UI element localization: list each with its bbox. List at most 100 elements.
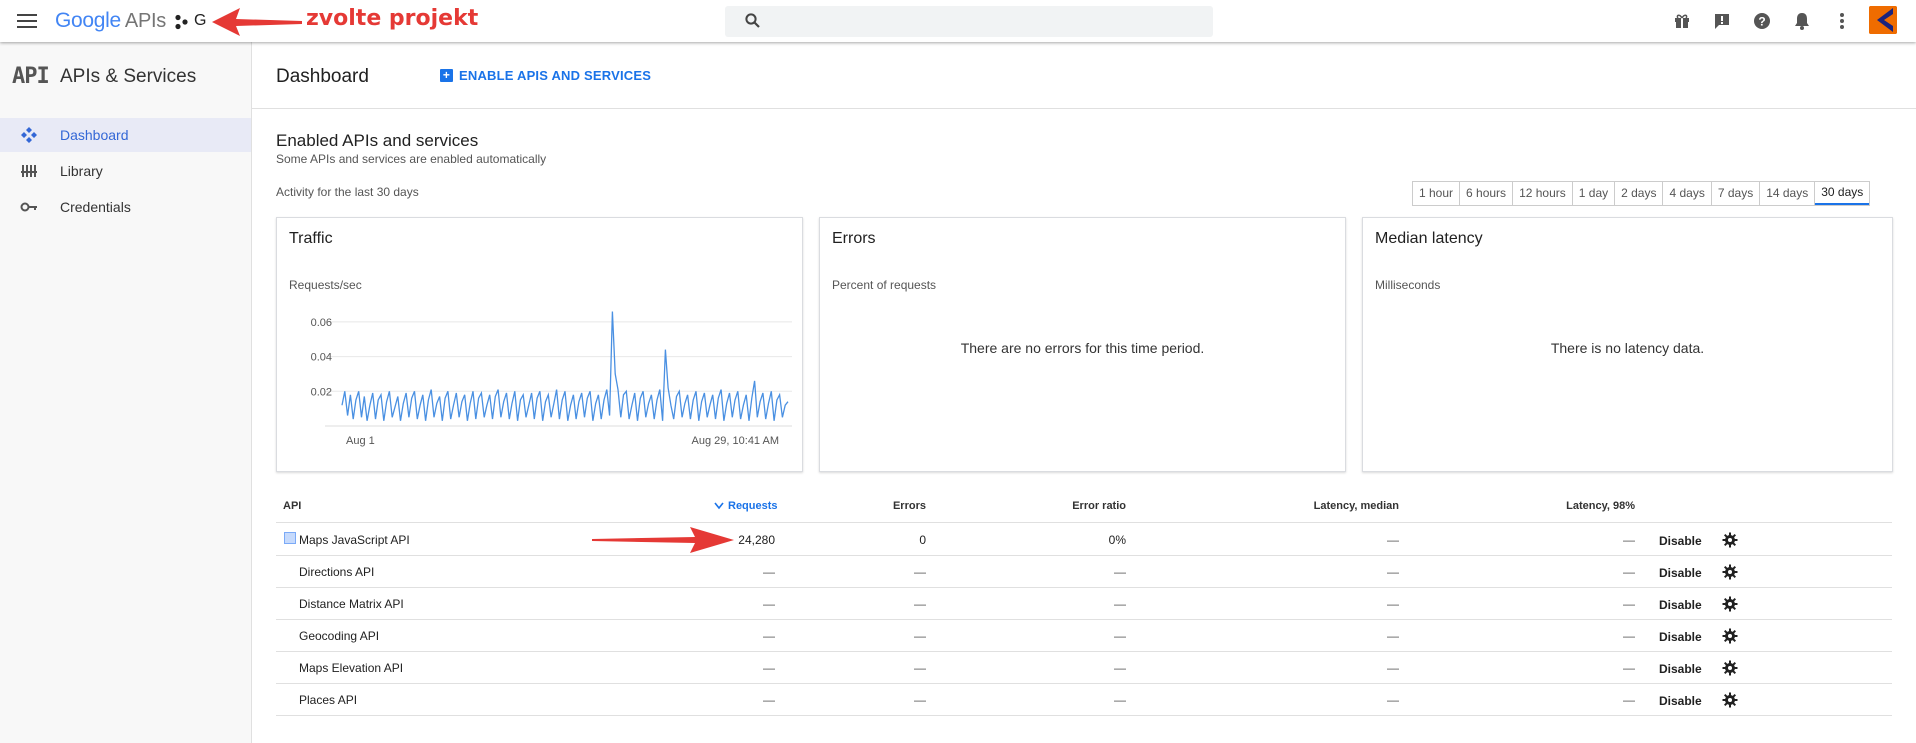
range-14-days[interactable]: 14 days	[1760, 182, 1816, 205]
annotation-arrow-icon	[212, 8, 302, 36]
api-name[interactable]: Places API	[299, 693, 357, 707]
help-icon[interactable]: ?	[1752, 11, 1772, 31]
search-input[interactable]	[725, 6, 1213, 37]
card-subtitle: Percent of requests	[832, 278, 937, 292]
range-4-days[interactable]: 4 days	[1663, 182, 1712, 205]
settings-gear-icon[interactable]	[1722, 596, 1738, 612]
time-range-selector: 1 hour 6 hours 12 hours 1 day 2 days 4 d…	[1412, 181, 1871, 206]
more-vert-icon[interactable]	[1832, 11, 1852, 31]
errors-value: 0	[919, 533, 926, 547]
range-12-hours[interactable]: 12 hours	[1513, 182, 1573, 205]
enable-apis-label: ENABLE APIS AND SERVICES	[459, 68, 652, 83]
hamburger-menu-icon[interactable]	[14, 9, 42, 33]
account-avatar[interactable]	[1869, 6, 1897, 34]
google-apis-logo[interactable]: Google APIs	[55, 9, 166, 33]
search-icon[interactable]	[744, 12, 762, 30]
settings-gear-icon[interactable]	[1722, 692, 1738, 708]
disable-button[interactable]: Disable	[1659, 566, 1702, 580]
enable-apis-button[interactable]: + ENABLE APIS AND SERVICES	[440, 68, 651, 83]
range-6-hours[interactable]: 6 hours	[1460, 182, 1514, 205]
settings-gear-icon[interactable]	[1722, 564, 1738, 580]
api-badge-logo: API	[12, 64, 50, 89]
disable-button[interactable]: Disable	[1659, 598, 1702, 612]
latency-98-value: —	[1623, 661, 1635, 675]
feedback-icon[interactable]	[1712, 11, 1732, 31]
empty-message: There is no latency data.	[1550, 340, 1705, 356]
y-tick-label: 0.04	[311, 352, 332, 364]
requests-value: —	[763, 693, 775, 707]
error-ratio-value: —	[1114, 565, 1126, 579]
card-title: Median latency	[1375, 230, 1483, 247]
error-ratio-value: —	[1114, 661, 1126, 675]
settings-gear-icon[interactable]	[1722, 532, 1738, 548]
range-2-days[interactable]: 2 days	[1615, 182, 1664, 205]
api-name[interactable]: Geocoding API	[299, 629, 379, 643]
error-ratio-value: —	[1114, 597, 1126, 611]
column-header-requests[interactable]: Requests	[714, 500, 778, 512]
latency-median-value: —	[1387, 533, 1399, 547]
disable-button[interactable]: Disable	[1659, 662, 1702, 676]
errors-value: —	[914, 597, 926, 611]
column-header-latency-median[interactable]: Latency, median	[1314, 500, 1399, 512]
api-name[interactable]: Maps JavaScript API	[299, 533, 410, 547]
x-tick-label: Aug 1	[346, 435, 375, 447]
latency-median-value: —	[1387, 597, 1399, 611]
y-tick-label: 0.06	[311, 317, 332, 329]
requests-value: —	[763, 597, 775, 611]
section-title: Enabled APIs and services	[276, 131, 479, 150]
api-name[interactable]: Distance Matrix API	[299, 597, 404, 611]
disable-button[interactable]: Disable	[1659, 694, 1702, 708]
column-header-api[interactable]: API	[283, 500, 301, 512]
empty-message: There are no errors for this time period…	[960, 340, 1205, 356]
latency-median-value: —	[1387, 661, 1399, 675]
errors-card: Errors Percent of requests There are no …	[819, 217, 1346, 472]
traffic-card: Traffic Requests/sec 0.02 0.04 0.06 Aug 1 Au…	[276, 217, 803, 472]
svg-text:?: ?	[1758, 15, 1765, 29]
disable-button[interactable]: Disable	[1659, 534, 1702, 548]
requests-value: 24,280	[738, 533, 775, 547]
disable-button[interactable]: Disable	[1659, 630, 1702, 644]
latency-median-value: —	[1387, 629, 1399, 643]
requests-value: —	[763, 661, 775, 675]
latency-median-value: —	[1387, 565, 1399, 579]
range-30-days[interactable]: 30 days	[1815, 182, 1870, 205]
page-title: Dashboard	[276, 66, 369, 87]
project-picker-icon[interactable]	[174, 14, 192, 30]
latency-median-value: —	[1387, 693, 1399, 707]
row-checkbox[interactable]	[284, 532, 296, 544]
card-subtitle: Milliseconds	[1375, 278, 1441, 292]
sidebar-item-label: Credentials	[60, 199, 131, 215]
sidebar-item-dashboard[interactable]: Dashboard	[0, 118, 251, 152]
notifications-bell-icon[interactable]	[1792, 11, 1812, 31]
key-icon	[20, 202, 37, 212]
table-row	[276, 620, 1892, 652]
project-name[interactable]: G	[194, 12, 206, 30]
sidebar-item-library[interactable]: Library	[0, 154, 251, 188]
range-1-hour[interactable]: 1 hour	[1413, 182, 1461, 205]
settings-gear-icon[interactable]	[1722, 660, 1738, 676]
range-1-day[interactable]: 1 day	[1573, 182, 1616, 205]
add-icon: +	[440, 69, 453, 82]
logo-brand: Google	[55, 9, 121, 32]
y-tick-label: 0.02	[311, 386, 332, 398]
range-7-days[interactable]: 7 days	[1712, 182, 1761, 205]
table-divider	[276, 522, 1892, 523]
section-subtitle: Some APIs and services are enabled autom…	[276, 152, 547, 166]
activity-label: Activity for the last 30 days	[276, 185, 419, 199]
table-row	[276, 588, 1892, 620]
dashboard-icon	[21, 127, 37, 143]
column-header-errors[interactable]: Errors	[893, 500, 926, 512]
settings-gear-icon[interactable]	[1722, 628, 1738, 644]
column-header-error-ratio[interactable]: Error ratio	[1072, 500, 1126, 512]
avatar-logo-icon	[1869, 6, 1897, 34]
api-name[interactable]: Directions API	[299, 565, 374, 579]
sidebar-item-credentials[interactable]: Credentials	[0, 190, 251, 224]
api-name[interactable]: Maps Elevation API	[299, 661, 403, 675]
library-icon	[21, 165, 37, 177]
latency-98-value: —	[1623, 693, 1635, 707]
sort-arrow-down-icon	[714, 502, 724, 510]
table-row	[276, 556, 1892, 588]
gift-icon[interactable]	[1672, 11, 1692, 31]
latency-98-value: —	[1623, 533, 1635, 547]
column-header-latency-98[interactable]: Latency, 98%	[1566, 500, 1635, 512]
